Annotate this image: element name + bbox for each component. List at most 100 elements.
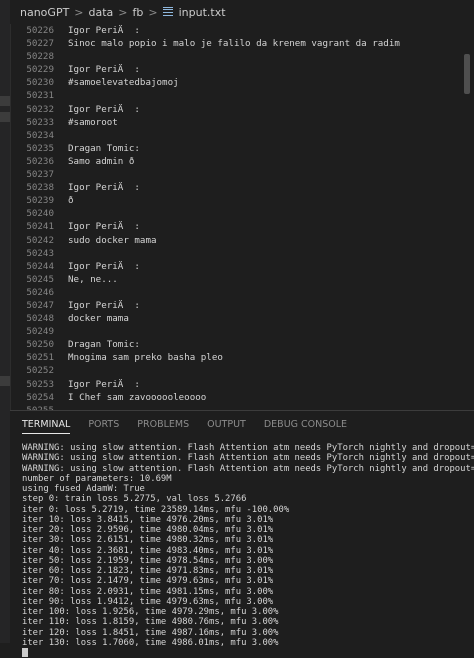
line-number: 50246 bbox=[26, 286, 54, 298]
terminal-line: iter 20: loss 2.9596, time 4980.04ms, mf… bbox=[22, 525, 274, 535]
terminal-line: iter 30: loss 2.6151, time 4980.32ms, mf… bbox=[22, 535, 274, 546]
editor-line: 50245 Ne, ne... bbox=[10, 273, 474, 286]
editor-line: 50230 #samoelevatedbajomoj bbox=[10, 76, 474, 89]
editor-line: 50241 Igor PeriÄ : bbox=[10, 220, 474, 233]
editor-line: 50239 ð bbox=[10, 194, 474, 207]
strip-marker bbox=[0, 376, 10, 386]
breadcrumb-item-root[interactable]: nanoGPT bbox=[20, 6, 69, 19]
editor-line: 50238 Igor PeriÄ : bbox=[10, 181, 474, 194]
line-number: 50249 bbox=[26, 326, 54, 338]
terminal-line: iter 40: loss 2.3681, time 4983.40ms, mf… bbox=[22, 545, 274, 556]
line-number: 50227 bbox=[26, 38, 54, 50]
code-editor[interactable]: 50226 Igor PeriÄ : 50227 Sinoc malo popio i… bbox=[10, 24, 474, 410]
editor-line: 50233 #samoroot bbox=[10, 116, 474, 129]
line-text: Mnogima sam preko basha pleo bbox=[68, 352, 223, 364]
editor-line: 50247 Igor PeriÄ : bbox=[10, 299, 474, 312]
editor-line: 50242 sudo docker mama bbox=[10, 234, 474, 247]
text-file-icon bbox=[162, 7, 173, 17]
line-number: 50253 bbox=[26, 378, 54, 390]
line-text: I Chef sam zavoooooleoooo bbox=[68, 391, 207, 403]
line-number: 50226 bbox=[26, 25, 54, 36]
terminal-line: iter 90: loss 1.9412, time 4979.63ms, mf… bbox=[22, 596, 274, 607]
line-number: 50233 bbox=[26, 116, 54, 128]
terminal-line: iter 70: loss 2.1479, time 4979.63ms, mf… bbox=[22, 576, 274, 587]
line-text: Igor PeriÄ : bbox=[68, 182, 140, 194]
line-text: docker mama bbox=[68, 313, 129, 325]
tab-terminal[interactable]: TERMINAL bbox=[22, 419, 71, 434]
line-number: 50234 bbox=[26, 129, 54, 141]
editor-line: 50235 Dragan Tomic: bbox=[10, 142, 474, 155]
line-number: 50242 bbox=[26, 234, 54, 246]
editor-line: 50249 bbox=[10, 325, 474, 338]
tab-output[interactable]: OUTPUT bbox=[207, 419, 246, 430]
breadcrumb-item-data[interactable]: data bbox=[89, 6, 114, 19]
editor-line: 50250 Dragan Tomic: bbox=[10, 338, 474, 351]
editor-line: 50248 docker mama bbox=[10, 312, 474, 325]
terminal-line: WARNING: using slow attention. Flash Att… bbox=[22, 463, 474, 474]
editor-line: 50251 Mnogima sam preko basha pleo bbox=[10, 351, 474, 364]
line-number: 50254 bbox=[26, 391, 54, 403]
line-number: 50248 bbox=[26, 313, 54, 325]
line-number: 50245 bbox=[26, 273, 54, 285]
line-text: Ne, ne... bbox=[68, 273, 118, 285]
terminal-line: iter 110: loss 1.8159, time 4980.76ms, m… bbox=[22, 617, 279, 628]
line-text: Samo admin ð bbox=[68, 155, 135, 167]
line-number: 50252 bbox=[26, 365, 54, 377]
line-number: 50247 bbox=[26, 299, 54, 311]
breadcrumb-item-fb[interactable]: fb bbox=[133, 6, 144, 19]
breadcrumb-separator: > bbox=[118, 5, 128, 19]
line-text: Dragan Tomic: bbox=[68, 142, 140, 154]
editor-line: 50246 bbox=[10, 286, 474, 299]
editor-line: 50227 Sinoc malo popio i malo je falilo d… bbox=[10, 37, 474, 50]
line-number: 50239 bbox=[26, 195, 54, 207]
line-number: 50236 bbox=[26, 155, 54, 167]
tab-problems[interactable]: PROBLEMS bbox=[137, 419, 189, 430]
tab-ports[interactable]: PORTS bbox=[88, 419, 119, 430]
breadcrumb: nanoGPT > data > fb > input.txt bbox=[10, 0, 474, 24]
line-number: 50244 bbox=[26, 260, 54, 272]
editor-line: 50231 bbox=[10, 89, 474, 102]
line-number: 50228 bbox=[26, 51, 54, 63]
editor-line: 50236 Samo admin ð bbox=[10, 155, 474, 168]
editor-lines: 50226 Igor PeriÄ : 50227 Sinoc malo popio i… bbox=[10, 24, 474, 410]
tab-debug-console[interactable]: DEBUG CONSOLE bbox=[264, 419, 347, 430]
line-text: Igor PeriÄ : bbox=[68, 25, 140, 36]
breadcrumb-file[interactable]: input.txt bbox=[179, 6, 226, 19]
terminal-line: number of parameters: 10.69M bbox=[22, 473, 172, 484]
line-text: Igor PeriÄ : bbox=[68, 221, 140, 233]
bottom-panel: TERMINAL PORTS PROBLEMS OUTPUT DEBUG CON… bbox=[10, 410, 474, 657]
editor-line: 50243 bbox=[10, 247, 474, 260]
editor-line: 50253 Igor PeriÄ : bbox=[10, 378, 474, 391]
editor-line: 50252 bbox=[10, 364, 474, 377]
terminal-line: iter 0: loss 5.2719, time 23589.14ms, mf… bbox=[22, 504, 290, 515]
strip-marker bbox=[0, 112, 10, 122]
terminal-cursor bbox=[22, 648, 28, 657]
line-number: 50243 bbox=[26, 247, 54, 259]
line-text: Igor PeriÄ : bbox=[68, 299, 140, 311]
terminal-line: WARNING: using slow attention. Flash Att… bbox=[22, 443, 474, 453]
terminal-output[interactable]: WARNING: using slow attention. Flash Att… bbox=[10, 437, 474, 658]
line-number: 50235 bbox=[26, 142, 54, 154]
line-number: 50231 bbox=[26, 90, 54, 102]
terminal-line: iter 10: loss 3.8415, time 4976.20ms, mf… bbox=[22, 514, 274, 525]
line-text: #samoelevatedbajomoj bbox=[68, 77, 179, 89]
panel-tabs: TERMINAL PORTS PROBLEMS OUTPUT DEBUG CON… bbox=[10, 411, 474, 437]
editor-scrollbar[interactable] bbox=[464, 54, 470, 94]
line-number: 50229 bbox=[26, 64, 54, 76]
editor-line: 50228 bbox=[10, 50, 474, 63]
line-number: 50240 bbox=[26, 208, 54, 220]
line-text: Sinoc malo popio i malo je falilo da kre… bbox=[68, 38, 400, 50]
terminal-prompt[interactable] bbox=[22, 648, 474, 658]
line-text: Igor PeriÄ : bbox=[68, 260, 140, 272]
line-text: sudo docker mama bbox=[68, 234, 157, 246]
breadcrumb-separator: > bbox=[148, 5, 158, 19]
line-text: Igor PeriÄ : bbox=[68, 103, 140, 115]
editor-line: 50240 bbox=[10, 207, 474, 220]
line-number: 50241 bbox=[26, 221, 54, 233]
editor-line: 50229 Igor PeriÄ : bbox=[10, 63, 474, 76]
editor-line: 50244 Igor PeriÄ : bbox=[10, 260, 474, 273]
terminal-line: iter 120: loss 1.8451, time 4987.16ms, m… bbox=[22, 627, 279, 638]
line-text: #samoroot bbox=[68, 116, 118, 128]
terminal-line: step 0: train loss 5.2775, val loss 5.27… bbox=[22, 494, 247, 505]
terminal-line: iter 100: loss 1.9256, time 4979.29ms, m… bbox=[22, 607, 279, 617]
